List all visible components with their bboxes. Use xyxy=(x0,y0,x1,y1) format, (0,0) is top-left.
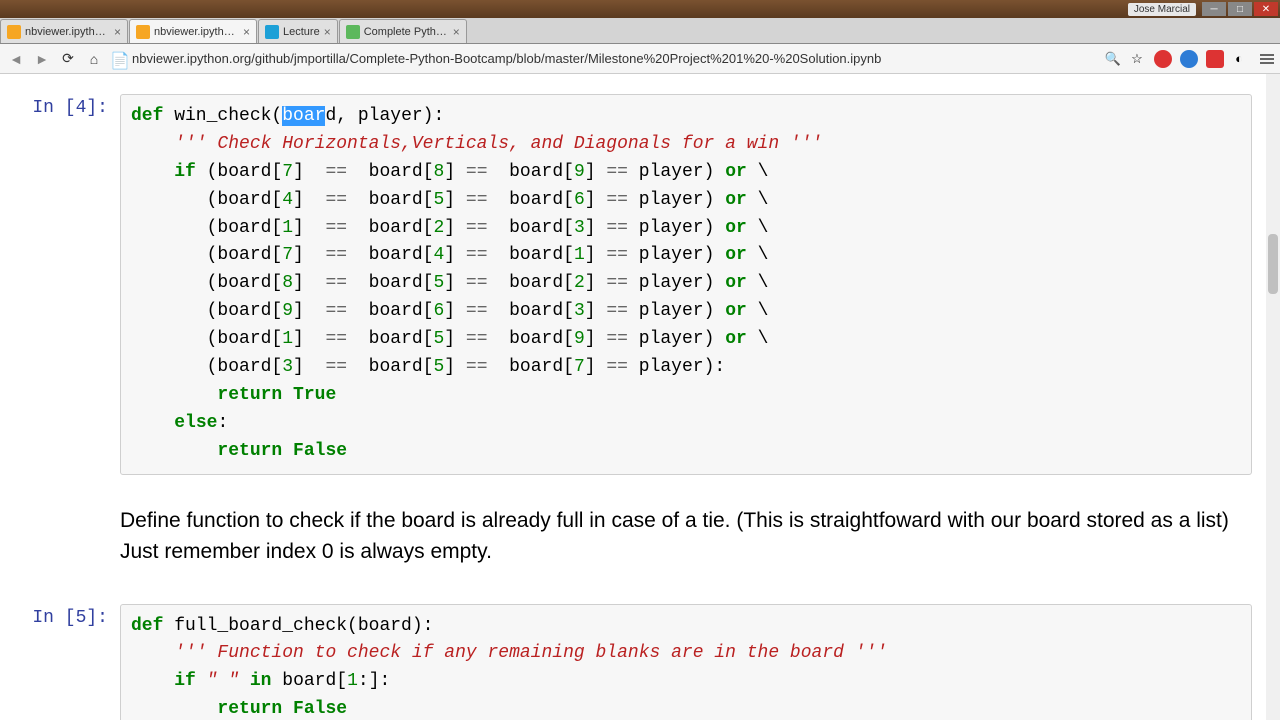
back-button[interactable]: ◄ xyxy=(6,49,26,69)
menu-button[interactable] xyxy=(1260,54,1274,64)
tab-favicon xyxy=(7,25,21,39)
scrollbar-thumb[interactable] xyxy=(1268,234,1278,294)
browser-tab[interactable]: nbviewer.ipython.org/gith × xyxy=(129,19,257,43)
user-label: Jose Marcial xyxy=(1128,3,1196,16)
maximize-button[interactable]: □ xyxy=(1228,2,1252,16)
browser-toolbar: ◄ ► ⟳ ⌂ 📄 🔍 ☆ ◐ xyxy=(0,44,1280,74)
code-input[interactable]: def win_check(board, player): ''' Check … xyxy=(120,94,1252,475)
tab-close-icon[interactable]: × xyxy=(324,25,331,39)
extension-icon[interactable]: ◐ xyxy=(1230,50,1248,68)
code-input[interactable]: def full_board_check(board): ''' Functio… xyxy=(120,604,1252,720)
code-cell: In [5]: def full_board_check(board): '''… xyxy=(20,604,1252,720)
tab-title: Lecture xyxy=(283,26,320,38)
tab-favicon xyxy=(265,25,279,39)
tab-title: nbviewer.ipython.org/git xyxy=(25,26,110,38)
forward-button[interactable]: ► xyxy=(32,49,52,69)
tab-close-icon[interactable]: × xyxy=(114,25,121,39)
close-button[interactable]: ✕ xyxy=(1254,2,1278,16)
site-info-icon[interactable]: 📄 xyxy=(110,51,126,67)
browser-tab[interactable]: Lecture × xyxy=(258,19,338,43)
extension-icon[interactable] xyxy=(1180,50,1198,68)
window-titlebar: Jose Marcial ─ □ ✕ xyxy=(0,0,1280,18)
extension-icon[interactable] xyxy=(1206,50,1224,68)
browser-tab-bar: nbviewer.ipython.org/git×nbviewer.ipytho… xyxy=(0,18,1280,44)
scrollbar-track[interactable] xyxy=(1266,74,1280,720)
zoom-icon[interactable]: 🔍 xyxy=(1104,50,1122,68)
reload-button[interactable]: ⟳ xyxy=(58,49,78,69)
tab-close-icon[interactable]: × xyxy=(453,25,460,39)
extension-icon[interactable] xyxy=(1154,50,1172,68)
markdown-text: Define function to check if the board is… xyxy=(120,495,1252,584)
browser-tab[interactable]: nbviewer.ipython.org/git × xyxy=(0,19,128,43)
page-content: In [4]: def win_check(board, player): ''… xyxy=(0,74,1280,720)
tab-favicon xyxy=(136,25,150,39)
cell-prompt: In [4]: xyxy=(20,94,120,475)
browser-tab[interactable]: Complete Python Bootcam × xyxy=(339,19,467,43)
code-cell: In [4]: def win_check(board, player): ''… xyxy=(20,94,1252,475)
markdown-cell: Define function to check if the board is… xyxy=(20,495,1252,584)
home-button[interactable]: ⌂ xyxy=(84,49,104,69)
minimize-button[interactable]: ─ xyxy=(1202,2,1226,16)
tab-title: Complete Python Bootcam xyxy=(364,26,449,38)
address-bar[interactable] xyxy=(132,48,1098,70)
bookmark-icon[interactable]: ☆ xyxy=(1128,50,1146,68)
cell-prompt: In [5]: xyxy=(20,604,120,720)
tab-title: nbviewer.ipython.org/gith xyxy=(154,26,239,38)
tab-close-icon[interactable]: × xyxy=(243,25,250,39)
tab-favicon xyxy=(346,25,360,39)
